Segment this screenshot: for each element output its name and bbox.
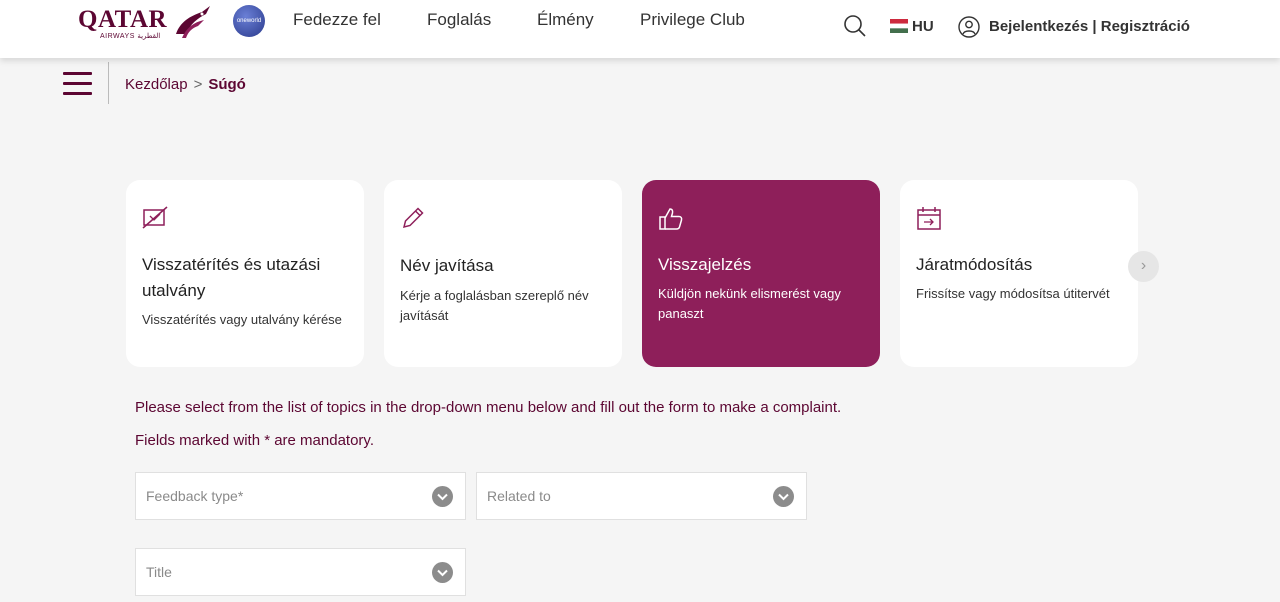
chevron-down-icon (773, 486, 794, 507)
instructions-text: Please select from the list of topics in… (135, 399, 842, 416)
title-select[interactable]: Title (135, 548, 466, 596)
nav-privilege-club[interactable]: Privilege Club (640, 10, 745, 30)
menu-icon[interactable] (63, 72, 92, 95)
calendar-icon (917, 207, 941, 230)
card-name-correction[interactable]: Név javítása Kérje a foglalásban szerepl… (384, 180, 622, 367)
card-description: Kérje a foglalásban szereplő név javítás… (400, 288, 589, 323)
refund-icon (142, 206, 168, 229)
nav-fedezze-fel[interactable]: Fedezze fel (293, 10, 381, 30)
oneworld-badge: oneworld (233, 5, 265, 37)
divider (108, 62, 109, 104)
nav-elmeny[interactable]: Élmény (537, 10, 594, 30)
qatar-airways-logo[interactable]: QATAR AIRWAYS القطرية (78, 4, 218, 44)
site-header: QATAR AIRWAYS القطرية oneworld Fedezze f… (0, 0, 1280, 58)
card-description: Frissítse vagy módosítsa útitervét (916, 286, 1110, 301)
card-title: Visszatérítés és utazási utalvány (142, 255, 321, 300)
logo-wordmark: QATAR (78, 6, 168, 33)
nav-foglalas[interactable]: Foglalás (427, 10, 491, 30)
search-icon[interactable] (843, 14, 867, 38)
card-title: Név javítása (400, 256, 494, 275)
carousel-next-button[interactable]: › (1128, 251, 1159, 282)
card-title: Járatmódosítás (916, 255, 1033, 274)
breadcrumb: Kezdőlap > Súgó (125, 76, 246, 93)
hungary-flag-icon[interactable] (890, 19, 908, 33)
chevron-down-icon (432, 486, 453, 507)
card-refund[interactable]: Visszatérítés és utazási utalvány Vissza… (126, 180, 364, 367)
card-title: Visszajelzés (658, 255, 752, 274)
breadcrumb-current: Súgó (208, 76, 246, 93)
card-flight-change[interactable]: Járatmódosítás Frissítse vagy módosítsa … (900, 180, 1138, 367)
thumbs-up-icon (659, 208, 683, 230)
feedback-type-placeholder: Feedback type* (146, 488, 244, 504)
card-description: Küldjön nekünk elismerést vagy panaszt (658, 286, 841, 321)
related-to-select[interactable]: Related to (476, 472, 807, 520)
breadcrumb-separator: > (193, 76, 203, 93)
logo-subtitle: AIRWAYS القطرية (100, 33, 161, 40)
card-feedback[interactable]: Visszajelzés Küldjön nekünk elismerést v… (642, 180, 880, 367)
chevron-down-icon (432, 562, 453, 583)
title-placeholder: Title (146, 564, 172, 580)
user-icon[interactable] (958, 16, 980, 38)
oryx-icon (176, 6, 210, 38)
breadcrumb-home[interactable]: Kezdőlap (125, 76, 188, 93)
login-register-link[interactable]: Bejelentkezés | Regisztráció (989, 18, 1190, 35)
feedback-type-select[interactable]: Feedback type* (135, 472, 466, 520)
language-selector[interactable]: HU (912, 18, 934, 35)
pencil-icon (402, 207, 424, 229)
mandatory-note: Fields marked with * are mandatory. (135, 432, 374, 449)
related-to-placeholder: Related to (487, 488, 551, 504)
card-description: Visszatérítés vagy utalvány kérése (142, 312, 342, 327)
